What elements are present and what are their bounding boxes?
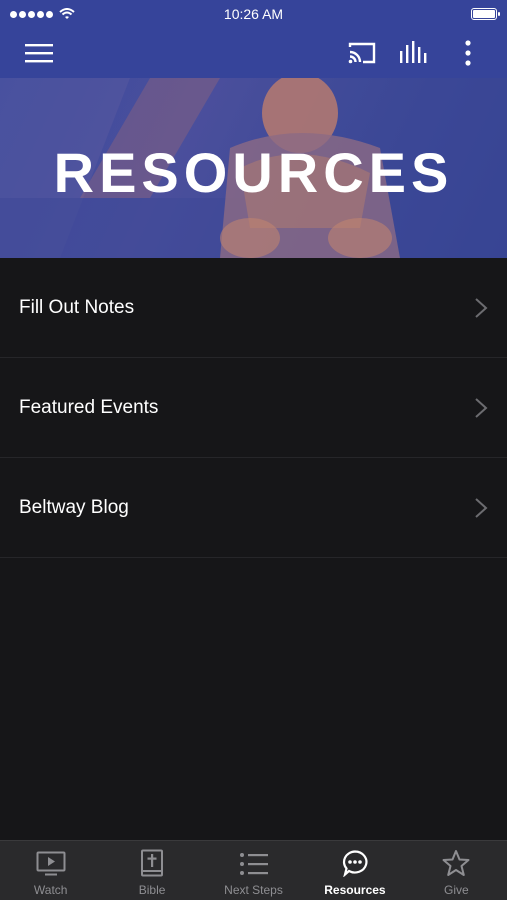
tab-label: Next Steps: [224, 883, 283, 897]
list-item-label: Featured Events: [19, 396, 159, 418]
tab-label: Bible: [138, 883, 166, 897]
tab-give[interactable]: Give: [406, 841, 507, 900]
status-time: 10:26 AM: [223, 6, 284, 22]
tab-resources[interactable]: Resources: [304, 841, 405, 900]
tab-label: Give: [443, 883, 469, 897]
tab-label: Watch: [33, 883, 68, 897]
list-item-beltway-blog[interactable]: Beltway Blog: [0, 458, 507, 558]
chevron-right-icon: [475, 397, 488, 418]
top-nav-bar: [0, 28, 507, 78]
list-item-label: Fill Out Notes: [19, 296, 135, 318]
play-screen-icon: [36, 851, 66, 876]
chevron-right-icon: [475, 297, 488, 318]
chat-bubble-icon: [342, 850, 368, 877]
list-icon: [239, 853, 268, 875]
more-vertical-icon[interactable]: [456, 28, 480, 78]
tab-label: Resources: [324, 883, 386, 897]
audio-bars-icon[interactable]: [396, 28, 432, 78]
cast-icon[interactable]: [344, 28, 380, 78]
tab-next-steps[interactable]: Next Steps: [203, 841, 304, 900]
tab-watch[interactable]: Watch: [0, 841, 101, 900]
page-title: RESOURCES: [53, 141, 454, 204]
chevron-right-icon: [475, 497, 488, 518]
list-item-label: Beltway Blog: [19, 496, 129, 518]
bottom-tab-bar: Watch Bible Next Steps Resources Give: [0, 840, 507, 900]
status-bar: 10:26 AM: [0, 0, 507, 28]
hero-banner: RESOURCES: [0, 78, 507, 258]
list-item-featured-events[interactable]: Featured Events: [0, 358, 507, 458]
tab-bible[interactable]: Bible: [101, 841, 202, 900]
list-item-fill-out-notes[interactable]: Fill Out Notes: [0, 258, 507, 358]
bible-icon: [141, 849, 164, 877]
hamburger-menu-icon[interactable]: [20, 28, 58, 78]
battery-icon: [471, 8, 500, 20]
resources-list: Fill Out Notes Featured Events Beltway B…: [0, 258, 507, 558]
star-icon: [442, 850, 470, 876]
